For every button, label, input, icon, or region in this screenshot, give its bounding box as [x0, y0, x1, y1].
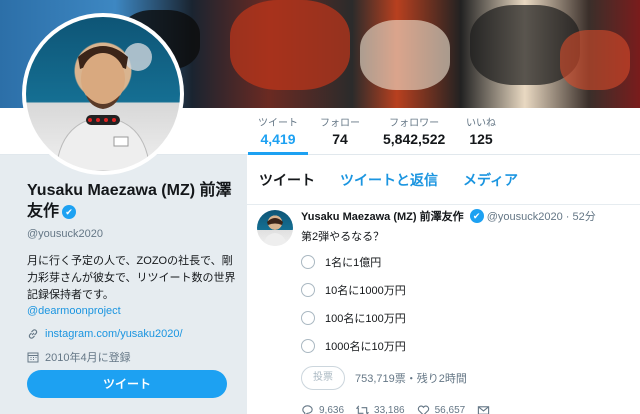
- verified-badge-icon: ✔: [469, 209, 484, 223]
- heart-icon: [417, 405, 429, 414]
- tweet-actions: 9,636 33,186 56,657: [301, 404, 631, 414]
- link-icon: [28, 329, 38, 339]
- poll-option[interactable]: 10名に1000万円: [301, 282, 631, 298]
- retweet-icon: [356, 405, 370, 414]
- poll-option[interactable]: 1000名に10万円: [301, 338, 631, 354]
- profile-joined: 2010年4月に登録: [27, 349, 237, 365]
- radio-icon[interactable]: [301, 311, 315, 325]
- stat-tweets[interactable]: ツイート 4,419: [248, 114, 308, 155]
- poll-footer: 投票 753,719票・残り2時間: [301, 366, 631, 390]
- stat-following[interactable]: フォロー 74: [320, 114, 360, 147]
- profile-card: Yusaku Maezawa (MZ) 前澤友作 ✔ @yousuck2020 月…: [27, 180, 237, 365]
- tab-tweets-and-replies[interactable]: ツイートと返信: [340, 170, 438, 190]
- profile-website: instagram.com/yusaku2020/: [27, 328, 237, 340]
- like-action[interactable]: 56,657: [417, 404, 465, 414]
- radio-icon[interactable]: [301, 255, 315, 269]
- message-action[interactable]: [477, 404, 490, 414]
- tweet-text: 第2弾やるなる？: [301, 231, 385, 243]
- tab-tweets[interactable]: ツイート: [259, 170, 315, 190]
- reply-action[interactable]: 9,636: [301, 404, 344, 414]
- vote-button[interactable]: 投票: [301, 366, 345, 390]
- radio-icon[interactable]: [301, 339, 315, 353]
- tab-media[interactable]: メディア: [463, 170, 518, 190]
- tweet-timestamp[interactable]: 52分: [573, 211, 596, 223]
- tweet-author-handle[interactable]: @yousuck2020: [487, 211, 563, 223]
- poll-option[interactable]: 1名に1億円: [301, 254, 631, 270]
- calendar-icon: [27, 352, 39, 363]
- profile-bio: 月に行く予定の人で、ZOZOの社長で、剛力彩芽さんが彼女で、リツイート数の世界記…: [27, 255, 236, 301]
- poll-summary: 753,719票・残り2時間: [355, 373, 467, 385]
- tweet-author-name[interactable]: Yusaku Maezawa (MZ) 前澤友作: [301, 211, 464, 223]
- website-link[interactable]: instagram.com/yusaku2020/: [45, 328, 183, 340]
- tweet-header: Yusaku Maezawa (MZ) 前澤友作 ✔ @yousuck2020 …: [301, 209, 596, 223]
- compose-tweet-button[interactable]: ツイート: [27, 370, 227, 398]
- tweet-avatar[interactable]: [257, 210, 293, 246]
- profile-name: Yusaku Maezawa (MZ) 前澤友作 ✔: [27, 182, 232, 220]
- profile-handle: @yousuck2020: [27, 228, 103, 240]
- envelope-icon: [478, 406, 490, 414]
- reply-icon: [302, 405, 313, 414]
- timeline-tabs: ツイート ツイートと返信 メディア: [247, 155, 640, 205]
- verified-badge-icon: ✔: [62, 205, 77, 219]
- poll-option[interactable]: 100名に100万円: [301, 310, 631, 326]
- profile-avatar[interactable]: [22, 13, 184, 175]
- retweet-action[interactable]: 33,186: [356, 404, 405, 414]
- timeline: ツイート ツイートと返信 メディア Yusaku Maezawa (MZ) 前澤…: [247, 155, 640, 414]
- astronaut-illustration: [55, 43, 152, 171]
- stat-likes[interactable]: いいね 125: [466, 114, 496, 147]
- radio-icon[interactable]: [301, 283, 315, 297]
- avatar: [26, 17, 180, 171]
- bio-link[interactable]: @dearmoonproject: [27, 305, 237, 317]
- poll: 1名に1億円 10名に1000万円 100名に100万円 1000名に10万円 …: [301, 254, 631, 390]
- stat-followers[interactable]: フォロワー 5,842,522: [383, 114, 445, 147]
